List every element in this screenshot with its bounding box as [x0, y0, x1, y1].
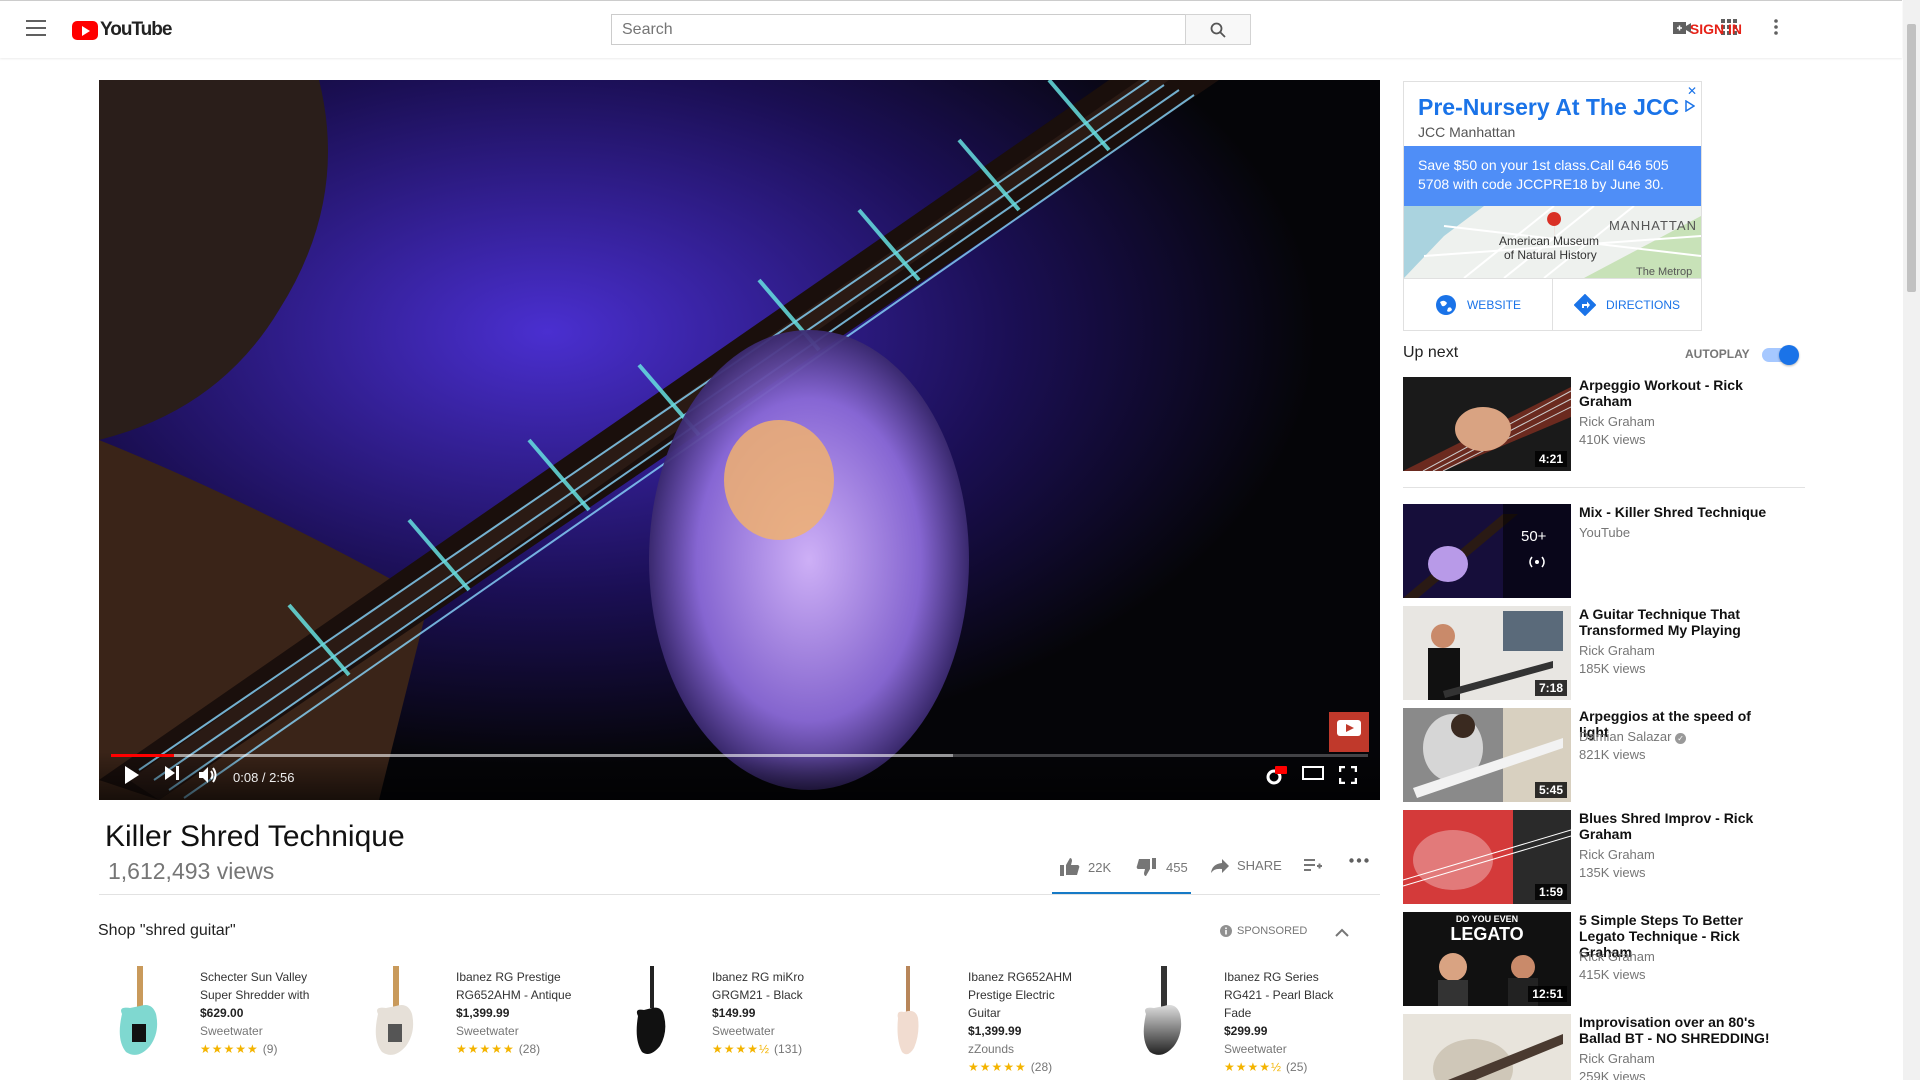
volume-icon[interactable]	[199, 766, 219, 789]
search-button[interactable]	[1185, 14, 1251, 45]
like-count: 22K	[1088, 859, 1112, 875]
youtube-play-icon	[72, 20, 98, 40]
fullscreen-icon[interactable]	[1338, 765, 1358, 789]
up-next-heading: Up next	[1403, 344, 1459, 361]
thumbs-up-icon	[1060, 858, 1080, 876]
product-card[interactable]: Ibanez RG Prestige RG652AHM - Antique $1…	[356, 960, 586, 1070]
collapse-chevron-icon[interactable]	[1335, 924, 1349, 942]
video-thumbnail[interactable]: 50+	[1403, 504, 1571, 598]
share-button[interactable]: SHARE	[1211, 858, 1282, 873]
shop-title: Shop "shred guitar"	[98, 922, 236, 939]
sidebar-ad[interactable]: ✕ Pre-Nursery At The JCC JCC Manhattan S…	[1403, 81, 1702, 331]
video-frame-image	[99, 80, 1380, 800]
up-next-divider	[1403, 487, 1805, 488]
ad-map[interactable]: MANHATTAN American Museum of Natural His…	[1404, 206, 1701, 278]
progress-bar[interactable]	[111, 754, 1368, 757]
search-icon	[1210, 22, 1226, 38]
add-to-playlist-icon[interactable]	[1304, 858, 1322, 872]
recommended-video[interactable]: Improvisation over an 80's Ballad BT - N…	[1403, 1014, 1823, 1080]
recommended-video[interactable]: 1:59 Blues Shred Improv - Rick Graham Ri…	[1403, 810, 1823, 905]
search-bar	[611, 14, 1251, 45]
page-scrollbar[interactable]	[1903, 0, 1920, 1080]
recommended-mix[interactable]: 50+ Mix - Killer Shred Technique YouTube	[1403, 504, 1823, 599]
sign-in-button[interactable]: SIGN IN	[1690, 21, 1742, 37]
mix-playlist-icon	[1525, 554, 1549, 575]
recommended-video[interactable]: 5:45 Arpeggios at the speed of light Dam…	[1403, 708, 1823, 803]
globe-icon	[1435, 295, 1456, 315]
ad-choices-icon[interactable]	[1685, 99, 1696, 117]
video-thumbnail[interactable]: DO YOU EVEN LEGATO 12:51	[1403, 912, 1571, 1006]
rating-stars: ★★★★★	[200, 1042, 259, 1056]
thumbs-down-icon	[1136, 858, 1156, 876]
recommended-video[interactable]: 7:18 A Guitar Technique That Transformed…	[1403, 606, 1823, 701]
time-display: 0:08 / 2:56	[233, 770, 295, 785]
autoplay-label: AUTOPLAY	[1685, 347, 1750, 361]
video-thumbnail[interactable]: 7:18	[1403, 606, 1571, 700]
dislike-count: 455	[1166, 859, 1188, 875]
guitar-product-image	[897, 966, 919, 1055]
verified-icon: ✓	[1675, 733, 1687, 744]
rating-stars: ★★★★★	[456, 1042, 515, 1056]
product-card[interactable]: Schecter Sun Valley Super Shredder with …	[100, 960, 330, 1070]
ad-title[interactable]: Pre-Nursery At The JCC	[1418, 94, 1679, 121]
info-icon	[1220, 925, 1232, 937]
masthead: YouTube SIGN IN	[0, 0, 1902, 58]
rating-stars: ★★★★½	[1224, 1060, 1283, 1074]
search-input[interactable]	[611, 14, 1185, 45]
dislike-button[interactable]: 455	[1136, 858, 1188, 876]
ad-close-icon[interactable]: ✕	[1687, 84, 1697, 98]
youtube-logo[interactable]: YouTube	[72, 19, 172, 41]
player-controls: 0:08 / 2:56	[99, 752, 1380, 800]
ad-directions-button[interactable]: DIRECTIONS	[1552, 279, 1701, 331]
settings-hd-icon[interactable]	[1265, 766, 1287, 791]
more-vertical-icon[interactable]	[1774, 19, 1778, 40]
ad-banner[interactable]: Save $50 on your 1st class.Call 646 505 …	[1404, 146, 1701, 206]
next-icon[interactable]	[165, 766, 179, 785]
product-card[interactable]: Ibanez RG Series RG421 - Pearl Black Fad…	[1124, 960, 1354, 1074]
menu-icon[interactable]	[26, 20, 46, 36]
guitar-product-image	[119, 966, 158, 1055]
progress-played	[111, 754, 174, 757]
like-button[interactable]: 22K	[1060, 858, 1111, 876]
video-thumbnail[interactable]	[1403, 1014, 1571, 1080]
guitar-product-image	[1143, 966, 1182, 1055]
guitar-product-image	[636, 966, 666, 1054]
video-thumbnail[interactable]: 1:59	[1403, 810, 1571, 904]
video-title: Killer Shred Technique	[105, 820, 405, 853]
scrollbar-thumb[interactable]	[1907, 24, 1916, 292]
product-card[interactable]: Ibanez RG652AHM Prestige Electric Guitar…	[868, 960, 1098, 1074]
video-thumbnail[interactable]: 5:45	[1403, 708, 1571, 802]
directions-icon	[1573, 294, 1596, 316]
sponsored-label[interactable]: SPONSORED	[1220, 925, 1307, 937]
autoplay-toggle[interactable]	[1762, 345, 1799, 365]
rating-stars: ★★★★★	[968, 1060, 1027, 1074]
recommended-video[interactable]: 4:21 Arpeggio Workout - Rick Graham Rick…	[1403, 377, 1823, 472]
view-count: 1,612,493 views	[108, 858, 275, 884]
rating-stars: ★★★★½	[712, 1042, 771, 1056]
guitar-product-image	[375, 966, 414, 1055]
play-icon[interactable]	[125, 766, 139, 789]
info-divider	[99, 894, 1380, 895]
progress-loaded	[111, 754, 954, 757]
share-icon	[1211, 858, 1229, 873]
ad-subtitle: JCC Manhattan	[1418, 124, 1516, 140]
product-card[interactable]: Ibanez RG miKro GRGM21 - Black $149.99 S…	[612, 960, 842, 1070]
video-thumbnail[interactable]: 4:21	[1403, 377, 1571, 471]
more-actions-icon[interactable]	[1349, 858, 1369, 863]
ad-website-button[interactable]: WEBSITE	[1404, 279, 1552, 331]
video-player[interactable]: 0:08 / 2:56	[99, 80, 1380, 800]
recommended-video[interactable]: DO YOU EVEN LEGATO 12:51 5 Simple Steps …	[1403, 912, 1823, 1007]
theater-mode-icon[interactable]	[1302, 766, 1324, 785]
